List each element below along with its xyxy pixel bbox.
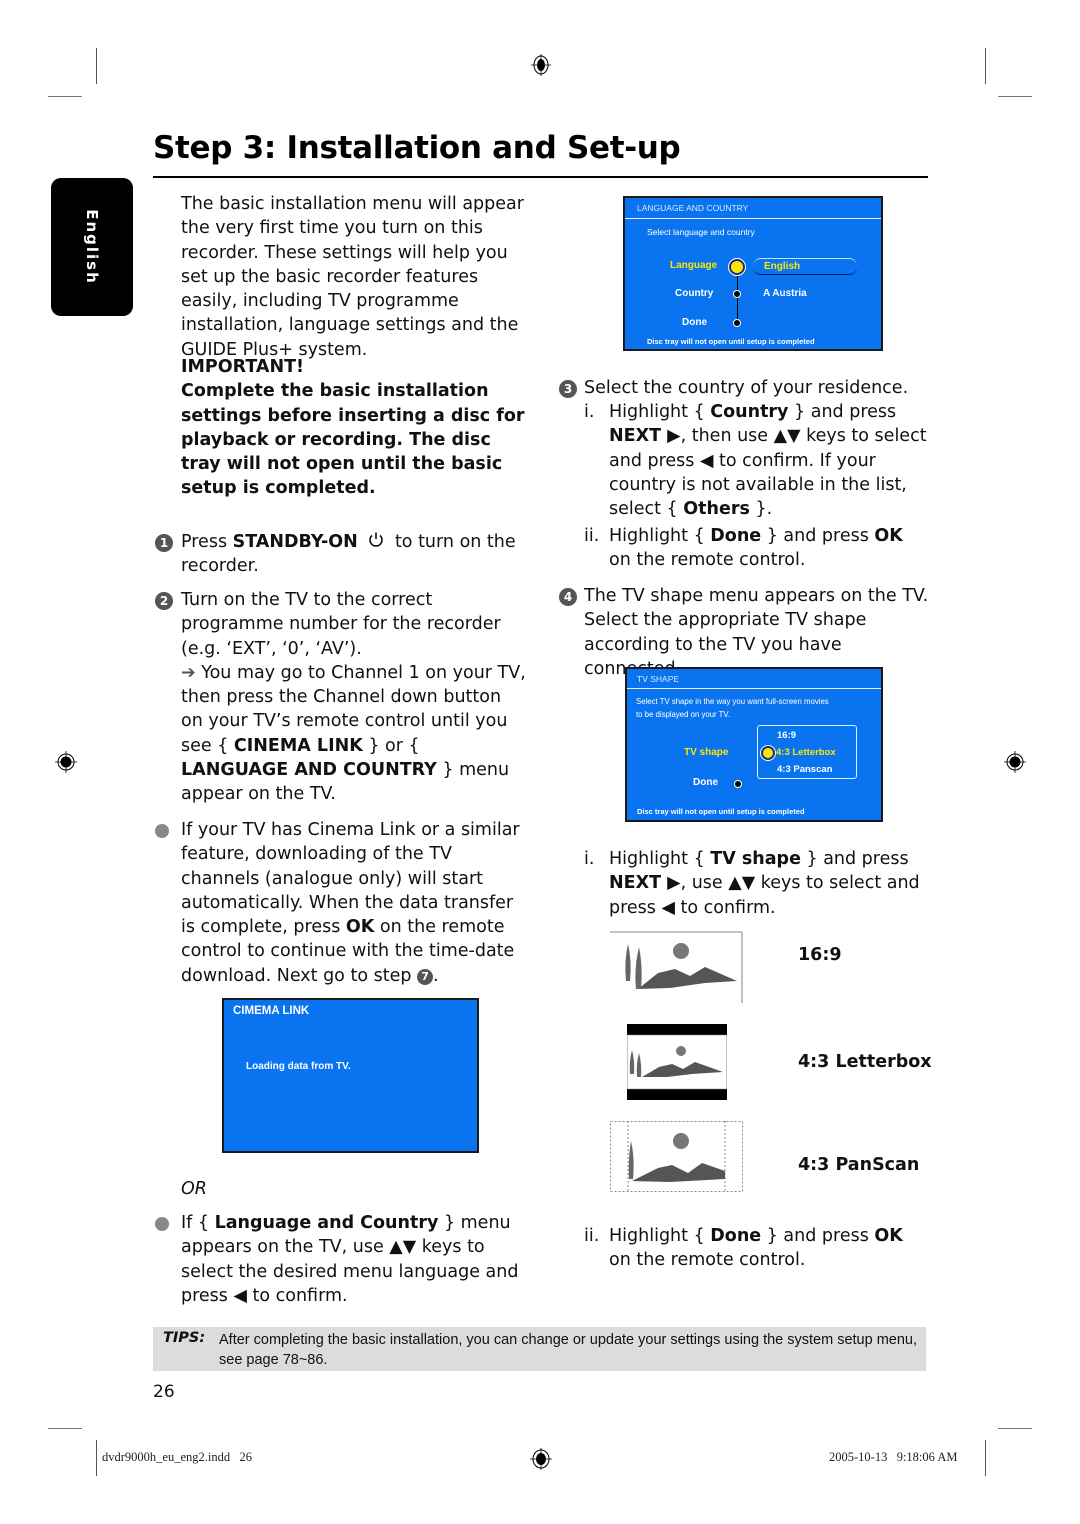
widescreen-illustration [610, 931, 743, 1003]
tips-text: After completing the basic installation,… [219, 1332, 918, 1368]
important-notice: IMPORTANT! Complete the basic installati… [181, 355, 531, 501]
crop-mark [998, 96, 1032, 97]
step-4-ii: Highlight { Done } and press OK on the r… [609, 1226, 903, 1271]
panscan-illustration [610, 1121, 743, 1192]
registration-mark-icon [55, 751, 77, 773]
intro-text: The basic installation menu will appear … [181, 194, 524, 360]
step-3-text: Select the country of your residence. [584, 378, 909, 398]
crop-mark [96, 1440, 97, 1476]
tv-shape-footer: Disc tray will not open until setup is c… [637, 807, 805, 816]
step-1-number: 1 [155, 533, 173, 552]
crop-mark [48, 96, 82, 97]
registration-mark-icon [1004, 751, 1026, 773]
step-4-number: 4 [559, 587, 577, 606]
step-3-ii-label: ii. [584, 526, 600, 546]
step-4-i: Highlight { TV shape } and press NEXT ▶,… [609, 849, 920, 918]
tips-box: TIPS: After completing the basic install… [153, 1327, 926, 1371]
standby-on-key: STANDBY-ON [232, 532, 358, 552]
step-2-text: Turn on the TV to the correct programme … [181, 590, 501, 659]
footer-timestamp: 2005-10-13 9:18:06 AM [829, 1450, 958, 1464]
important-text: Complete the basic installation settings… [181, 381, 525, 499]
tv-shape-header: TV SHAPE [637, 674, 680, 684]
step-7-ref: 7 [417, 968, 434, 985]
title-rule [153, 176, 928, 178]
menu-row-language-label[interactable]: Language [670, 260, 717, 271]
menu-row-done-label[interactable]: Done [682, 317, 707, 328]
tips-label: TIPS: [163, 1330, 206, 1346]
language-tab-label: English [83, 209, 101, 285]
cinema-link-message: Loading data from TV. [246, 1061, 351, 1072]
tv-shape-subtitle-line1: Select TV shape in the way you want full… [636, 697, 829, 706]
registration-mark-icon [531, 54, 551, 76]
language-country-bullet: If { Language and Country } menu appears… [181, 1213, 519, 1306]
crop-mark [998, 1428, 1032, 1429]
tv-shape-option[interactable]: 4:3 Panscan [777, 764, 832, 775]
important-label: IMPORTANT! [181, 357, 305, 377]
or-label: OR [181, 1179, 207, 1199]
crop-mark [96, 48, 97, 84]
menu-row-country-label[interactable]: Country [675, 288, 713, 299]
step-3: Select the country of your residence. [584, 376, 929, 400]
tv-shape-option-selected[interactable]: 4:3 Letterbox [776, 747, 836, 758]
crop-mark [985, 48, 986, 84]
step-1: Press STANDBY-ON to turn on the recorder… [181, 532, 516, 577]
step-3-i-label: i. [584, 402, 595, 422]
cinema-link-header: CIMEMA LINK [233, 1005, 310, 1017]
crop-mark [985, 1440, 986, 1476]
language-tab: English [51, 178, 133, 316]
intro-paragraph: The basic installation menu will appear … [181, 192, 531, 362]
shape-label-letterbox: 4:3 Letterbox [798, 1052, 932, 1072]
step-4-ii-label: ii. [584, 1226, 600, 1246]
language-screen-subtitle: Select language and country [647, 227, 755, 237]
language-screen-header: LANGUAGE AND COUNTRY [637, 203, 749, 213]
cinema-link-bullet: If your TV has Cinema Link or a similar … [181, 820, 520, 986]
crop-mark [48, 1428, 82, 1429]
step-2: Turn on the TV to the correct programme … [181, 588, 526, 807]
language-screen-footer: Disc tray will not open until setup is c… [647, 337, 815, 346]
page-title: Step 3: Installation and Set-up [153, 130, 681, 166]
bullet-icon [155, 1216, 169, 1235]
tv-shape-row-label[interactable]: TV shape [684, 747, 728, 758]
tv-shape-done-label[interactable]: Done [693, 777, 718, 788]
menu-row-language-value: English [764, 261, 801, 272]
shape-label-panscan: 4:3 PanScan [798, 1155, 920, 1175]
footer-filename: dvdr9000h_eu_eng2.indd 26 [102, 1450, 252, 1464]
step-4-i-label: i. [584, 849, 595, 869]
step-3-number: 3 [559, 379, 577, 398]
step-2-note: ➔ You may go to Channel 1 on your TV, th… [181, 662, 526, 805]
power-icon [369, 532, 384, 547]
step-2-number: 2 [155, 591, 173, 610]
step-3-ii: Highlight { Done } and press OK on the r… [609, 526, 903, 571]
menu-row-country-value: A Austria [763, 288, 807, 299]
selection-cursor-icon [761, 746, 775, 760]
registration-mark-icon [530, 1448, 552, 1470]
step-3-i: Highlight { Country } and press NEXT ▶, … [609, 402, 927, 520]
tv-shape-screen: TV SHAPE Select TV shape in the way you … [625, 667, 883, 822]
tv-shape-subtitle-line2: to be displayed on your TV. [636, 710, 731, 719]
tv-shape-option[interactable]: 16:9 [777, 730, 796, 741]
cinema-link-screen: CIMEMA LINK Loading data from TV. [222, 998, 479, 1153]
bullet-icon [155, 823, 169, 842]
selection-cursor-icon [729, 259, 745, 275]
language-country-screen: LANGUAGE AND COUNTRY Select language and… [623, 196, 883, 351]
shape-label-16-9: 16:9 [798, 945, 842, 965]
page-number: 26 [153, 1382, 175, 1402]
letterbox-illustration [627, 1024, 727, 1100]
